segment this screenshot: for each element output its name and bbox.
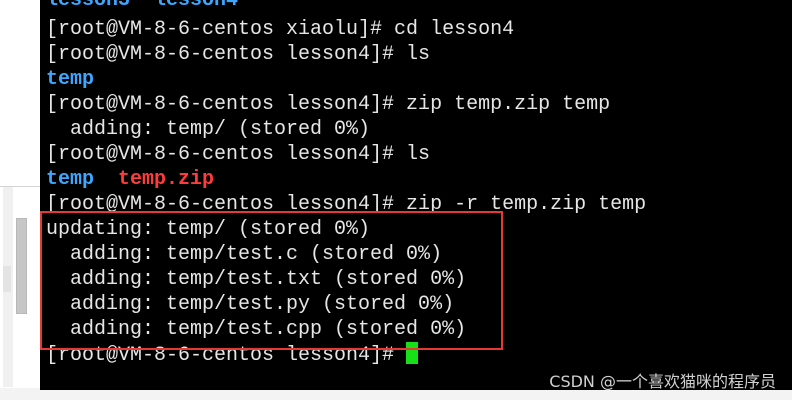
prompt-text: [root@VM-8-6-centos lesson4]# (46, 344, 407, 367)
terminal-line: adding: temp/test.cpp (stored 0%) (46, 318, 467, 341)
terminal-line: [root@VM-8-6-centos lesson4]# ls (46, 143, 431, 166)
terminal-line: adding: temp/test.c (stored 0%) (46, 243, 443, 266)
directory-name: temp (46, 68, 95, 91)
terminal-window[interactable]: lesson3 lesson4 [root@VM-8-6-centos xiao… (40, 0, 792, 390)
terminal-line-ls-output-1: lesson3 lesson4 (46, 0, 238, 13)
terminal-line: adding: temp/test.txt (stored 0%) (46, 268, 467, 291)
terminal-prompt-line[interactable]: [root@VM-8-6-centos lesson4]# (46, 342, 419, 367)
terminal-line: adding: temp/ (stored 0%) (46, 118, 371, 141)
separator (130, 0, 154, 12)
screen: lesson3 lesson4 [root@VM-8-6-centos xiao… (0, 0, 792, 400)
left-scrollbar-mark (3, 266, 11, 292)
terminal-line: updating: temp/ (stored 0%) (46, 218, 371, 241)
terminal-line: adding: temp/test.py (stored 0%) (46, 293, 455, 316)
directory-name: lesson4 (154, 0, 239, 12)
separator (94, 168, 118, 191)
directory-name: temp (46, 168, 95, 191)
terminal-line-ls-output-3: temp temp.zip (46, 167, 214, 192)
terminal-line: [root@VM-8-6-centos lesson4]# zip -r tem… (46, 193, 647, 216)
terminal-line-ls-output-2: temp (46, 67, 94, 92)
terminal-line: [root@VM-8-6-centos xiaolu]# cd lesson4 (46, 18, 515, 41)
archive-file-name: temp.zip (118, 168, 215, 191)
terminal-line: [root@VM-8-6-centos lesson4]# zip temp.z… (46, 93, 611, 116)
directory-name: lesson3 (46, 0, 131, 12)
terminal-line: [root@VM-8-6-centos lesson4]# ls (46, 43, 431, 66)
cursor (406, 342, 419, 364)
watermark: CSDN @一个喜欢猫咪的程序员 (549, 372, 776, 390)
left-scrollbar-thumb[interactable] (16, 218, 27, 314)
